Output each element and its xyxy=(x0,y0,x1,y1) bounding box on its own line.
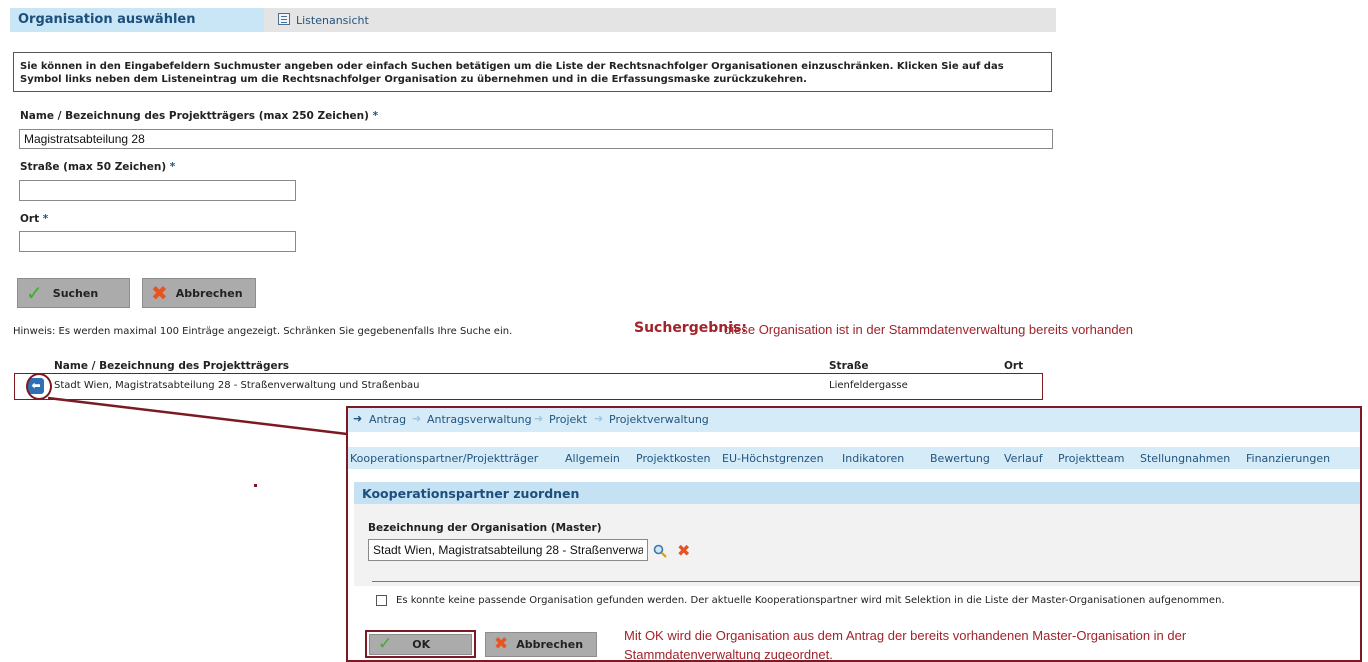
annotation-text: diese Organisation ist in der Stammdaten… xyxy=(724,322,1134,337)
stray-dot xyxy=(254,484,257,487)
breadcrumb-item-projekt[interactable]: Projekt xyxy=(549,413,587,426)
assignment-panel: ➜ Antrag ➜ Antragsverwaltung ➜ Projekt ➜… xyxy=(346,406,1362,662)
search-button-label: Suchen xyxy=(52,286,99,300)
column-header-street: Straße xyxy=(829,360,869,372)
tab-kooperationspartner[interactable]: Kooperationspartner/Projektträger xyxy=(350,452,538,465)
list-view-link[interactable]: Listenansicht xyxy=(296,14,369,27)
list-view-icon[interactable] xyxy=(278,13,290,25)
close-icon: ✖ xyxy=(494,634,509,654)
street-input[interactable] xyxy=(19,180,296,201)
city-field-label: Ort * xyxy=(20,213,49,225)
tab-indikatoren[interactable]: Indikatoren xyxy=(842,452,904,465)
tab-stellungnahmen[interactable]: Stellungnahmen xyxy=(1140,452,1230,465)
org-master-input[interactable] xyxy=(368,539,648,561)
ok-annotation: Mit OK wird die Organisation aus dem Ant… xyxy=(624,628,1187,662)
tab-verlauf[interactable]: Verlauf xyxy=(1004,452,1043,465)
tab-projektkosten[interactable]: Projektkosten xyxy=(636,452,710,465)
tab-bewertung[interactable]: Bewertung xyxy=(930,452,990,465)
column-header-name: Name / Bezeichnung des Projektträgers xyxy=(54,360,290,372)
clear-icon[interactable]: ✖ xyxy=(677,541,690,560)
tab-allgemein[interactable]: Allgemein xyxy=(565,452,620,465)
required-mark: * xyxy=(42,213,49,225)
org-field-label: Bezeichnung der Organisation (Master) xyxy=(368,522,602,534)
required-mark: * xyxy=(169,161,176,173)
tab-eu-hoechstgrenzen[interactable]: EU-Höchstgrenzen xyxy=(722,452,824,465)
highlight-circle xyxy=(26,373,52,400)
city-input[interactable] xyxy=(19,231,296,252)
divider xyxy=(372,581,1360,582)
required-mark: * xyxy=(372,110,379,122)
breadcrumb-item-antragsverwaltung[interactable]: Antragsverwaltung xyxy=(427,413,532,426)
name-input[interactable] xyxy=(19,129,1053,149)
checkmark-icon: ✓ xyxy=(26,281,43,305)
section-title: Kooperationspartner zuordnen xyxy=(362,486,580,501)
close-icon: ✖ xyxy=(151,281,168,305)
cancel-button[interactable]: ✖ Abbrechen xyxy=(142,278,256,308)
ok-highlight-frame xyxy=(365,630,476,658)
breadcrumb-arrow-icon: ➜ xyxy=(412,412,422,425)
row-name-cell: Stadt Wien, Magistratsabteilung 28 - Str… xyxy=(54,380,420,391)
page-title: Organisation auswählen xyxy=(18,12,196,27)
breadcrumb-arrow-icon: ➜ xyxy=(353,412,363,425)
new-master-checkbox[interactable] xyxy=(376,595,387,606)
search-icon[interactable] xyxy=(653,544,667,558)
breadcrumb-item-antrag[interactable]: Antrag xyxy=(369,413,406,426)
info-box: Sie können in den Eingabefeldern Suchmus… xyxy=(13,52,1052,92)
tab-finanzierungen[interactable]: Finanzierungen xyxy=(1246,452,1330,465)
row-street-cell: Lienfeldergasse xyxy=(829,380,908,391)
column-header-city: Ort xyxy=(1004,360,1024,372)
new-master-checkbox-label: Es konnte keine passende Organisation ge… xyxy=(396,595,1225,606)
street-field-label: Straße (max 50 Zeichen) * xyxy=(20,161,176,173)
breadcrumb-item-projektverwaltung[interactable]: Projektverwaltung xyxy=(609,413,709,426)
panel-cancel-button[interactable]: ✖ Abbrechen xyxy=(485,632,597,657)
breadcrumb-arrow-icon: ➜ xyxy=(534,412,544,425)
panel-cancel-button-label: Abbrechen xyxy=(516,638,584,651)
tab-projektteam[interactable]: Projektteam xyxy=(1058,452,1125,465)
cancel-button-label: Abbrechen xyxy=(175,286,243,300)
name-field-label: Name / Bezeichnung des Projektträgers (m… xyxy=(20,110,379,122)
hint-text: Hinweis: Es werden maximal 100 Einträge … xyxy=(13,326,513,337)
breadcrumb-arrow-icon: ➜ xyxy=(594,412,604,425)
search-button[interactable]: ✓ Suchen xyxy=(17,278,130,308)
